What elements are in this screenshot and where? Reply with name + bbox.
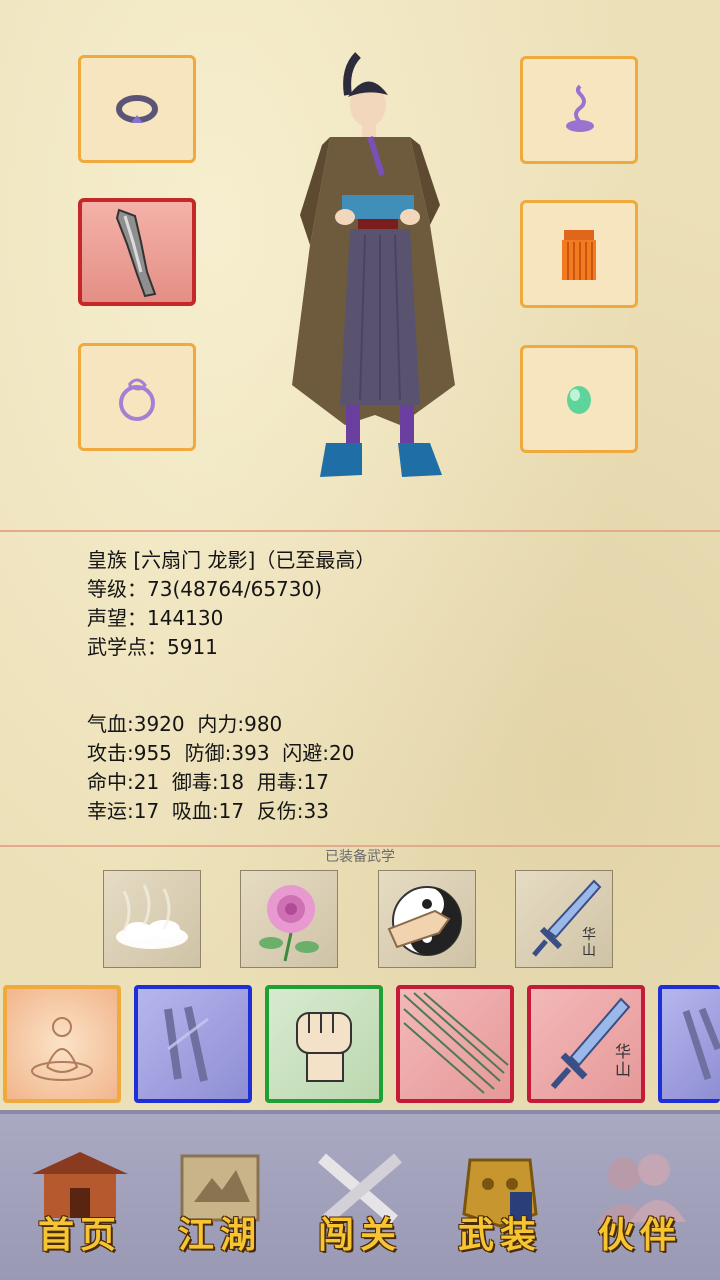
nav-gear-label: 武装 bbox=[457, 1214, 542, 1256]
equip-slot-belt-tassel[interactable] bbox=[520, 200, 638, 308]
equip-slot-weapon[interactable] bbox=[78, 198, 196, 306]
skill-twin-blades-partial[interactable] bbox=[658, 985, 720, 1103]
needles-icon bbox=[403, 992, 509, 1094]
nav-jianghu[interactable]: 江湖 bbox=[160, 1144, 280, 1264]
rose-icon bbox=[259, 885, 319, 962]
equip-slot-hairpin[interactable] bbox=[520, 56, 638, 164]
tassel-icon bbox=[562, 230, 596, 280]
equipped-skill-cloud-step[interactable] bbox=[103, 870, 201, 968]
nav-challenge-label: 闯关 bbox=[317, 1214, 402, 1256]
ring-icon bbox=[119, 378, 155, 421]
huashan-tag: 华山 bbox=[582, 927, 596, 959]
jade-icon bbox=[567, 386, 591, 414]
nav-challenge[interactable]: 闯关 bbox=[300, 1144, 420, 1264]
twin-blades-icon bbox=[164, 1006, 209, 1082]
bracelet-icon bbox=[116, 95, 158, 123]
skill-huashan-sword[interactable]: 华山 bbox=[527, 985, 645, 1103]
nav-partner-label: 伙伴 bbox=[597, 1214, 682, 1256]
skill-twin-blades[interactable] bbox=[134, 985, 252, 1103]
nav-home-label: 首页 bbox=[37, 1214, 122, 1256]
character-fame: 声望：144130 bbox=[87, 606, 224, 630]
nav-jianghu-label: 江湖 bbox=[177, 1214, 262, 1256]
equip-slot-bracelet[interactable] bbox=[78, 55, 196, 163]
fist-icon bbox=[296, 1012, 352, 1082]
stats-line-2: 攻击:955 防御:393 闪避:20 bbox=[87, 741, 355, 765]
equip-slot-ring[interactable] bbox=[78, 343, 196, 451]
meditation-icon bbox=[31, 1017, 93, 1081]
saber-icon bbox=[115, 208, 157, 298]
nav-gear[interactable]: 武装 bbox=[440, 1144, 560, 1264]
nav-home[interactable]: 首页 bbox=[20, 1144, 140, 1264]
character-title: 皇族 [六扇门 龙影]（已至最高） bbox=[87, 548, 376, 572]
hero-character-portrait bbox=[292, 52, 455, 477]
character-martial-points: 武学点：5911 bbox=[87, 635, 218, 659]
bottom-navigation: 首页 江湖 闯关 武装 伙伴 bbox=[0, 1110, 720, 1280]
equipped-skills-label: 已装备武学 bbox=[325, 849, 395, 865]
stats-line-1: 气血:3920 内力:980 bbox=[87, 712, 283, 736]
stats-line-3: 命中:21 御毒:18 用毒:17 bbox=[87, 770, 329, 794]
character-level: 等级：73(48764/65730) bbox=[87, 577, 323, 601]
taiji-icon bbox=[387, 886, 462, 956]
character-info: 皇族 [六扇门 龙影]（已至最高） 等级：73(48764/65730) 声望：… bbox=[87, 546, 375, 662]
equip-slot-jade[interactable] bbox=[520, 345, 638, 453]
equipped-skill-taiji-palm[interactable] bbox=[378, 870, 476, 968]
twin-blades-icon bbox=[682, 1007, 720, 1081]
hairpin-icon bbox=[566, 84, 594, 132]
nav-partner[interactable]: 伙伴 bbox=[580, 1144, 700, 1264]
equipped-skill-huashan-sword[interactable]: 华山 bbox=[515, 870, 613, 968]
cloud-icon bbox=[116, 884, 188, 949]
stats-line-4: 幸运:17 吸血:17 反伤:33 bbox=[87, 799, 329, 823]
section-divider bbox=[0, 530, 720, 532]
skill-needles[interactable] bbox=[396, 985, 514, 1103]
skill-fist[interactable] bbox=[265, 985, 383, 1103]
equipped-skill-rose[interactable] bbox=[240, 870, 338, 968]
skill-meditation[interactable] bbox=[3, 985, 121, 1103]
huashan-tag: 华山 bbox=[615, 1042, 632, 1079]
character-stats: 气血:3920 内力:980 攻击:955 防御:393 闪避:20 命中:21… bbox=[87, 710, 354, 826]
